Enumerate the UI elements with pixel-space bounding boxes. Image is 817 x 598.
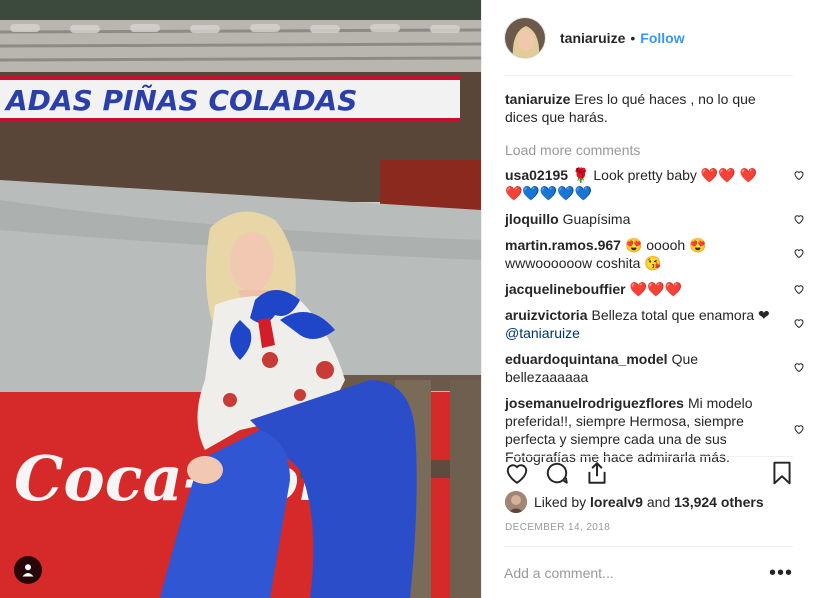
banner-sign-text: ADAS PIÑAS COLADAS bbox=[4, 83, 357, 117]
caption: taniaruize Eres lo qué haces , no lo que … bbox=[505, 90, 795, 126]
likes-and: and bbox=[646, 494, 671, 510]
post-details-panel: taniaruize • Follow taniaruize Eres lo qu… bbox=[481, 0, 817, 598]
caption-username[interactable]: taniaruize bbox=[505, 91, 570, 107]
likes-prefix: Liked by bbox=[534, 494, 587, 510]
comment-item: jloquillo Guapísima bbox=[505, 210, 804, 228]
likes-summary: Liked by lorealv9 and 13,924 others bbox=[505, 491, 764, 513]
load-more-comments-button[interactable]: Load more comments bbox=[505, 142, 795, 158]
like-comment-heart-icon[interactable] bbox=[793, 317, 805, 329]
like-comment-heart-icon[interactable] bbox=[793, 213, 805, 225]
photo-illustration: ADAS PIÑAS COLADAS Coca-Cola bbox=[0, 0, 481, 598]
liker-username[interactable]: lorealv9 bbox=[590, 494, 643, 510]
header-username[interactable]: taniaruize bbox=[560, 30, 625, 46]
like-comment-heart-icon[interactable] bbox=[793, 423, 805, 435]
comments-list: taniaruize Eres lo qué haces , no lo que … bbox=[505, 90, 804, 471]
comment-username[interactable]: eduardoquintana_model bbox=[505, 351, 668, 367]
comment-text: ❤️❤️❤️ bbox=[629, 281, 682, 297]
comment-username[interactable]: usa02195 bbox=[505, 167, 568, 183]
like-comment-heart-icon[interactable] bbox=[793, 361, 805, 373]
comment-bubble-icon[interactable] bbox=[544, 460, 570, 486]
post-header: taniaruize • Follow bbox=[504, 0, 793, 76]
post-actions-bar bbox=[504, 456, 793, 486]
person-icon bbox=[22, 564, 34, 577]
likes-count[interactable]: 13,924 others bbox=[674, 494, 764, 510]
comment-item: usa02195 🌹 Look pretty baby ❤️❤️ ❤️❤️💙💙💙💙 bbox=[505, 166, 804, 202]
like-heart-icon[interactable] bbox=[504, 460, 530, 486]
add-comment-input[interactable] bbox=[504, 564, 744, 581]
avatar[interactable] bbox=[504, 16, 546, 59]
like-comment-heart-icon[interactable] bbox=[793, 283, 805, 295]
liker-avatar[interactable] bbox=[505, 491, 527, 513]
comment-username[interactable]: jloquillo bbox=[505, 211, 559, 227]
comment-text: Belleza total que enamora ❤ bbox=[591, 307, 770, 323]
comment-item: eduardoquintana_model Que bellezaaaaaa bbox=[505, 350, 804, 386]
user-tag-button[interactable] bbox=[14, 556, 42, 584]
comment-item: aruizvictoria Belleza total que enamora ❤… bbox=[505, 306, 804, 342]
comment-username[interactable]: josemanuelrodriguezflores bbox=[505, 395, 684, 411]
bookmark-save-icon[interactable] bbox=[769, 460, 795, 486]
post-photo[interactable]: ADAS PIÑAS COLADAS Coca-Cola bbox=[0, 0, 481, 598]
more-options-button[interactable]: ••• bbox=[769, 563, 793, 583]
add-comment-bar: ••• bbox=[504, 546, 793, 598]
comment-item: martin.ramos.967 😍 ooooh 😍 wwwoooooow cos… bbox=[505, 236, 804, 272]
comment-username[interactable]: martin.ramos.967 bbox=[505, 237, 621, 253]
comment-username[interactable]: jacquelinebouffier bbox=[505, 281, 626, 297]
comment-username[interactable]: aruizvictoria bbox=[505, 307, 587, 323]
liker-profile-photo bbox=[505, 491, 527, 513]
like-comment-heart-icon[interactable] bbox=[793, 247, 805, 259]
separator-dot: • bbox=[630, 29, 636, 46]
comment-mention-link[interactable]: @taniaruize bbox=[505, 325, 580, 341]
follow-button[interactable]: Follow bbox=[640, 30, 684, 46]
comment-item: jacquelinebouffier ❤️❤️❤️ bbox=[505, 280, 804, 298]
post-date[interactable]: DECEMBER 14, 2018 bbox=[505, 522, 610, 533]
share-icon[interactable] bbox=[584, 460, 610, 486]
like-comment-heart-icon[interactable] bbox=[793, 169, 805, 181]
comment-text: Guapísima bbox=[562, 211, 631, 227]
profile-photo bbox=[505, 17, 545, 58]
